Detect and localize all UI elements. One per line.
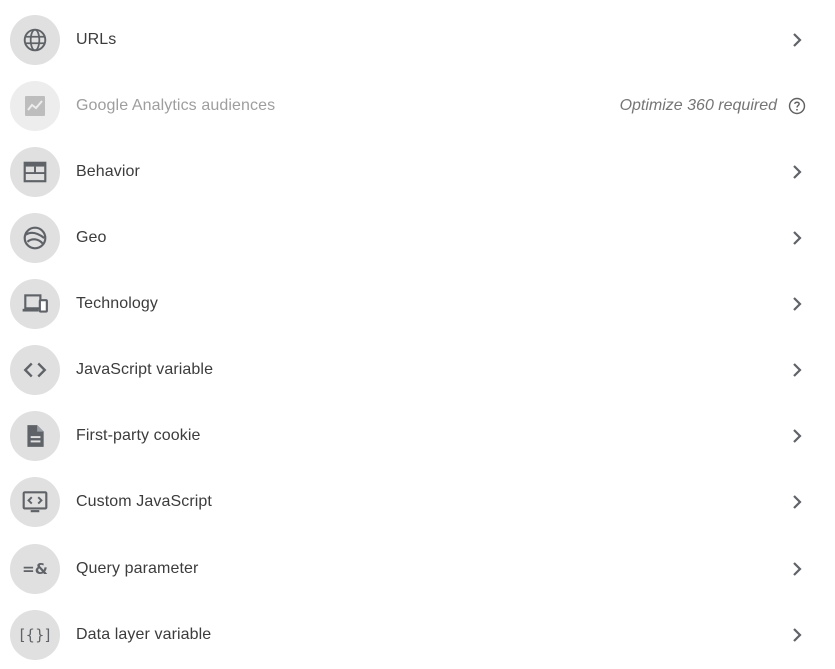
list-item-data-layer-variable[interactable]: [{}] Data layer variable xyxy=(0,602,835,668)
requirement-note: Optimize 360 required xyxy=(619,97,777,114)
list-item-label: Technology xyxy=(76,295,158,312)
chevron-right-icon xyxy=(787,426,807,446)
chevron-right-icon xyxy=(787,162,807,182)
devices-icon xyxy=(10,279,60,329)
list-item-geo[interactable]: Geo xyxy=(0,205,835,271)
chevron-right-icon xyxy=(787,294,807,314)
query-icon: =& xyxy=(10,544,60,594)
code-icon xyxy=(10,345,60,395)
chevron-right-icon xyxy=(787,228,807,248)
list-item-first-party-cookie[interactable]: First-party cookie xyxy=(0,403,835,469)
web-layout-icon xyxy=(10,147,60,197)
list-item-javascript-variable[interactable]: JavaScript variable xyxy=(0,337,835,403)
list-item-label: Data layer variable xyxy=(76,626,212,643)
list-item-label: Google Analytics audiences xyxy=(76,97,276,114)
list-item-label: Behavior xyxy=(76,163,140,180)
help-icon[interactable] xyxy=(787,96,807,116)
data-layer-icon: [{}] xyxy=(10,610,60,660)
chevron-right-icon xyxy=(787,30,807,50)
chevron-right-icon xyxy=(787,625,807,645)
list-item-label: Custom JavaScript xyxy=(76,493,212,510)
document-icon xyxy=(10,411,60,461)
trending-chart-icon xyxy=(10,81,60,131)
list-item-google-analytics-audiences: Google Analytics audiences Optimize 360 … xyxy=(0,73,835,139)
list-item-custom-javascript[interactable]: Custom JavaScript xyxy=(0,469,835,535)
globe-icon xyxy=(10,15,60,65)
list-item-urls[interactable]: URLs xyxy=(0,7,835,73)
list-item-behavior[interactable]: Behavior xyxy=(0,139,835,205)
list-item-technology[interactable]: Technology xyxy=(0,271,835,337)
chevron-right-icon xyxy=(787,559,807,579)
list-item-label: First-party cookie xyxy=(76,427,201,444)
condition-type-list: URLs Google Analytics audiences Optimize… xyxy=(0,0,835,669)
list-item-label: Query parameter xyxy=(76,560,199,577)
list-item-query-parameter[interactable]: =& Query parameter xyxy=(0,536,835,602)
list-item-label: URLs xyxy=(76,31,117,48)
list-item-label: JavaScript variable xyxy=(76,361,214,378)
chevron-right-icon xyxy=(787,492,807,512)
list-item-label: Geo xyxy=(76,229,107,246)
chevron-right-icon xyxy=(787,360,807,380)
screen-code-icon xyxy=(10,477,60,527)
earth-icon xyxy=(10,213,60,263)
